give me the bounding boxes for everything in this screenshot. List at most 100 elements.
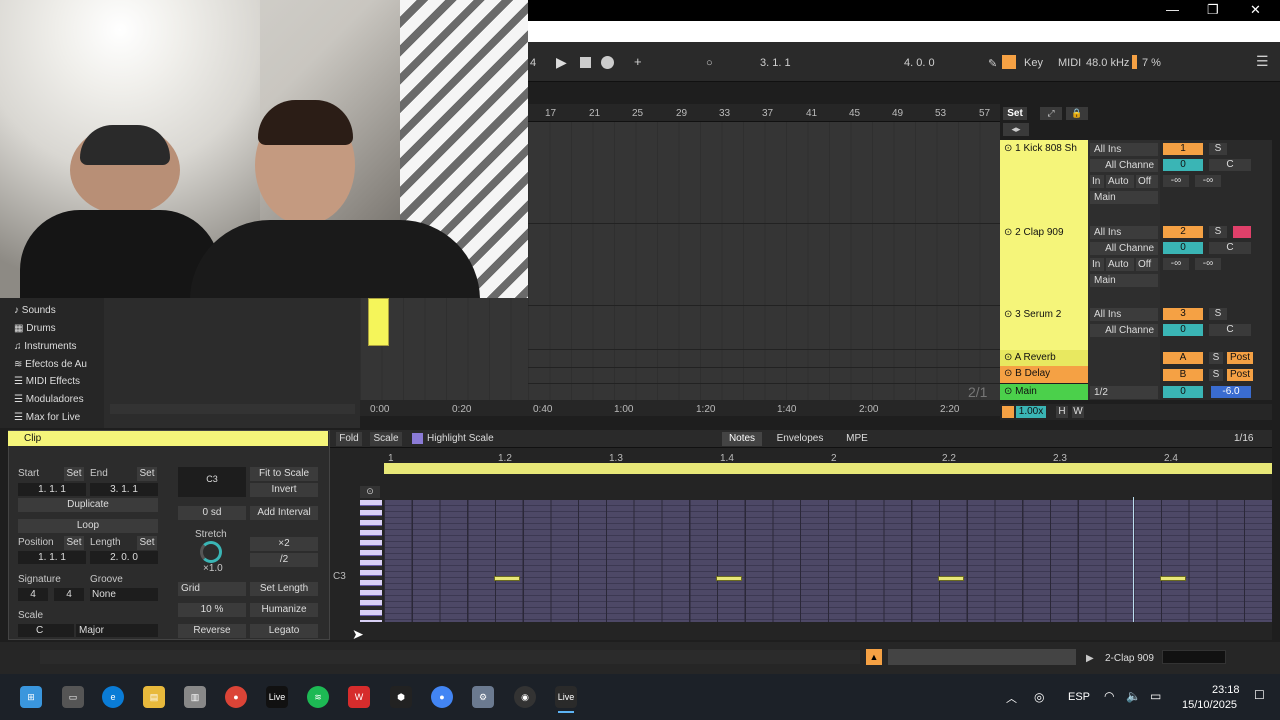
- track-fold-icon[interactable]: ⊙: [1004, 352, 1015, 363]
- winrar-icon[interactable]: W: [348, 686, 370, 708]
- output-select[interactable]: Main: [1090, 274, 1158, 287]
- midi-note[interactable]: [494, 576, 520, 581]
- track-header-3[interactable]: ⊙ 3 Serum 2: [1000, 306, 1088, 350]
- browser-item-instruments[interactable]: ♫ Instruments: [14, 341, 77, 352]
- signature-denominator[interactable]: 4: [54, 588, 84, 601]
- tab-notes[interactable]: Notes: [722, 432, 762, 446]
- warning-icon[interactable]: ▲: [866, 649, 882, 665]
- set-length-button[interactable]: Set Length: [250, 582, 318, 596]
- add-icon[interactable]: +: [634, 54, 642, 69]
- file-explorer-icon[interactable]: ▤: [143, 686, 165, 708]
- language-indicator[interactable]: ESP: [1068, 691, 1090, 703]
- browser-item-modulators[interactable]: ☰ Moduladores: [14, 394, 84, 405]
- start-set-button[interactable]: Set: [64, 467, 84, 481]
- windows-start-icon[interactable]: ⊞: [20, 686, 42, 708]
- grid-select[interactable]: Grid: [178, 582, 246, 596]
- close-button[interactable]: ✕: [1250, 2, 1261, 18]
- restore-button[interactable]: ❐: [1207, 2, 1219, 18]
- stop-icon[interactable]: [580, 57, 591, 68]
- return-header-b[interactable]: ⊙ B Delay: [1000, 366, 1088, 383]
- master-header[interactable]: ⊙ Main: [1000, 384, 1088, 400]
- fold-button[interactable]: Fold: [336, 432, 362, 446]
- solo-button[interactable]: S: [1209, 143, 1227, 155]
- semitone-field[interactable]: 0 sd: [178, 506, 246, 520]
- midi-note[interactable]: [1160, 576, 1186, 581]
- song-position[interactable]: 3. 1. 1: [760, 57, 791, 69]
- track-header-2[interactable]: ⊙ 2 Clap 909: [1000, 224, 1088, 306]
- end-field[interactable]: 3. 1. 1: [90, 483, 158, 496]
- add-interval-button[interactable]: Add Interval: [250, 506, 318, 520]
- highlight-scale-checkbox[interactable]: [412, 433, 423, 444]
- browser-item-audio-effects[interactable]: ≋ Efectos de Au: [14, 359, 87, 370]
- h-button[interactable]: H: [1056, 406, 1068, 418]
- stretch-knob[interactable]: [200, 541, 222, 563]
- track-lane-3[interactable]: [528, 306, 1000, 350]
- send-b[interactable]: -∞: [1195, 258, 1221, 270]
- overview-scrollbar[interactable]: [888, 649, 1076, 665]
- track-number[interactable]: 3: [1163, 308, 1203, 320]
- track-fold-icon[interactable]: ⊙: [1004, 386, 1015, 397]
- track-number[interactable]: 2: [1163, 226, 1203, 238]
- tab-envelopes[interactable]: Envelopes: [772, 432, 828, 446]
- monitor-off[interactable]: Off: [1136, 258, 1158, 271]
- minimize-button[interactable]: —: [1166, 2, 1179, 17]
- grid-resolution[interactable]: 1/16: [1234, 433, 1253, 444]
- pencil-icon[interactable]: ✎: [988, 57, 997, 70]
- track-lane-1[interactable]: [528, 140, 1000, 224]
- position-set-button[interactable]: Set: [64, 536, 84, 550]
- position-field[interactable]: 1. 1. 1: [18, 551, 86, 564]
- monitor-auto[interactable]: Auto: [1106, 175, 1134, 188]
- input-type-select[interactable]: All Ins: [1090, 143, 1158, 156]
- track-lane-2[interactable]: [528, 224, 1000, 306]
- master-volume[interactable]: 0: [1163, 386, 1203, 398]
- w-button[interactable]: W: [1072, 406, 1084, 418]
- track-header-1[interactable]: ⊙ 1 Kick 808 Sh: [1000, 140, 1088, 224]
- track-fold-icon[interactable]: ⊙: [1004, 143, 1015, 154]
- chrome-icon[interactable]: ●: [225, 686, 247, 708]
- pan-field[interactable]: C: [1209, 242, 1251, 254]
- midi-note[interactable]: [716, 576, 742, 581]
- send-a[interactable]: -∞: [1163, 258, 1189, 270]
- volume-icon[interactable]: 🔈: [1126, 689, 1141, 703]
- play-small-icon[interactable]: ▶: [1086, 653, 1094, 664]
- record-icon[interactable]: [601, 56, 614, 69]
- tempo-multiplier[interactable]: 1.00x: [1016, 406, 1046, 418]
- live-app-icon-1[interactable]: Live: [266, 686, 288, 708]
- solo-button[interactable]: S: [1209, 352, 1223, 364]
- solo-button[interactable]: S: [1209, 308, 1227, 320]
- track-fold-icon[interactable]: ⊙: [1004, 227, 1015, 238]
- nav-arrows-icon[interactable]: ◂▸: [1003, 123, 1029, 136]
- clip-title-bar[interactable]: Clip: [8, 431, 328, 446]
- live-app-icon-2[interactable]: Live: [555, 686, 577, 708]
- input-channel-select[interactable]: All Channe: [1090, 242, 1158, 255]
- return-letter[interactable]: B: [1163, 369, 1203, 381]
- input-type-select[interactable]: All Ins: [1090, 308, 1158, 321]
- end-set-button[interactable]: Set: [137, 467, 157, 481]
- monitor-in[interactable]: In: [1090, 258, 1104, 271]
- pan-field[interactable]: C: [1209, 324, 1251, 336]
- clock-time[interactable]: 23:18: [1212, 684, 1240, 696]
- halve-button[interactable]: /2: [250, 553, 318, 567]
- volume-field[interactable]: 0: [1163, 242, 1203, 254]
- tray-app-icon[interactable]: ◎: [1034, 690, 1044, 704]
- start-field[interactable]: 1. 1. 1: [18, 483, 86, 496]
- loop-length[interactable]: 4. 0. 0: [904, 57, 935, 69]
- task-view-icon[interactable]: ▭: [62, 686, 84, 708]
- volume-field[interactable]: 0: [1163, 324, 1203, 336]
- chrome-profile-icon[interactable]: ●: [431, 686, 453, 708]
- notes-app-icon[interactable]: ▥: [184, 686, 206, 708]
- browser-item-midi-effects[interactable]: ☰ MIDI Effects: [14, 376, 80, 387]
- duplicate-button[interactable]: Duplicate: [18, 498, 158, 512]
- double-button[interactable]: ×2: [250, 537, 318, 551]
- track-fold-icon[interactable]: ⊙: [1004, 309, 1015, 320]
- return-lane-b[interactable]: [528, 368, 1000, 384]
- browser-item-sounds[interactable]: ♪ Sounds: [14, 305, 56, 316]
- preview-waveform[interactable]: [110, 404, 355, 414]
- monitor-in[interactable]: In: [1090, 175, 1104, 188]
- monitor-off[interactable]: Off: [1136, 175, 1158, 188]
- edge-icon[interactable]: e: [102, 686, 124, 708]
- play-icon[interactable]: ▶: [556, 54, 567, 71]
- return-header-a[interactable]: ⊙ A Reverb: [1000, 350, 1088, 366]
- note-display[interactable]: C3: [178, 467, 246, 497]
- output-select[interactable]: Main: [1090, 191, 1158, 204]
